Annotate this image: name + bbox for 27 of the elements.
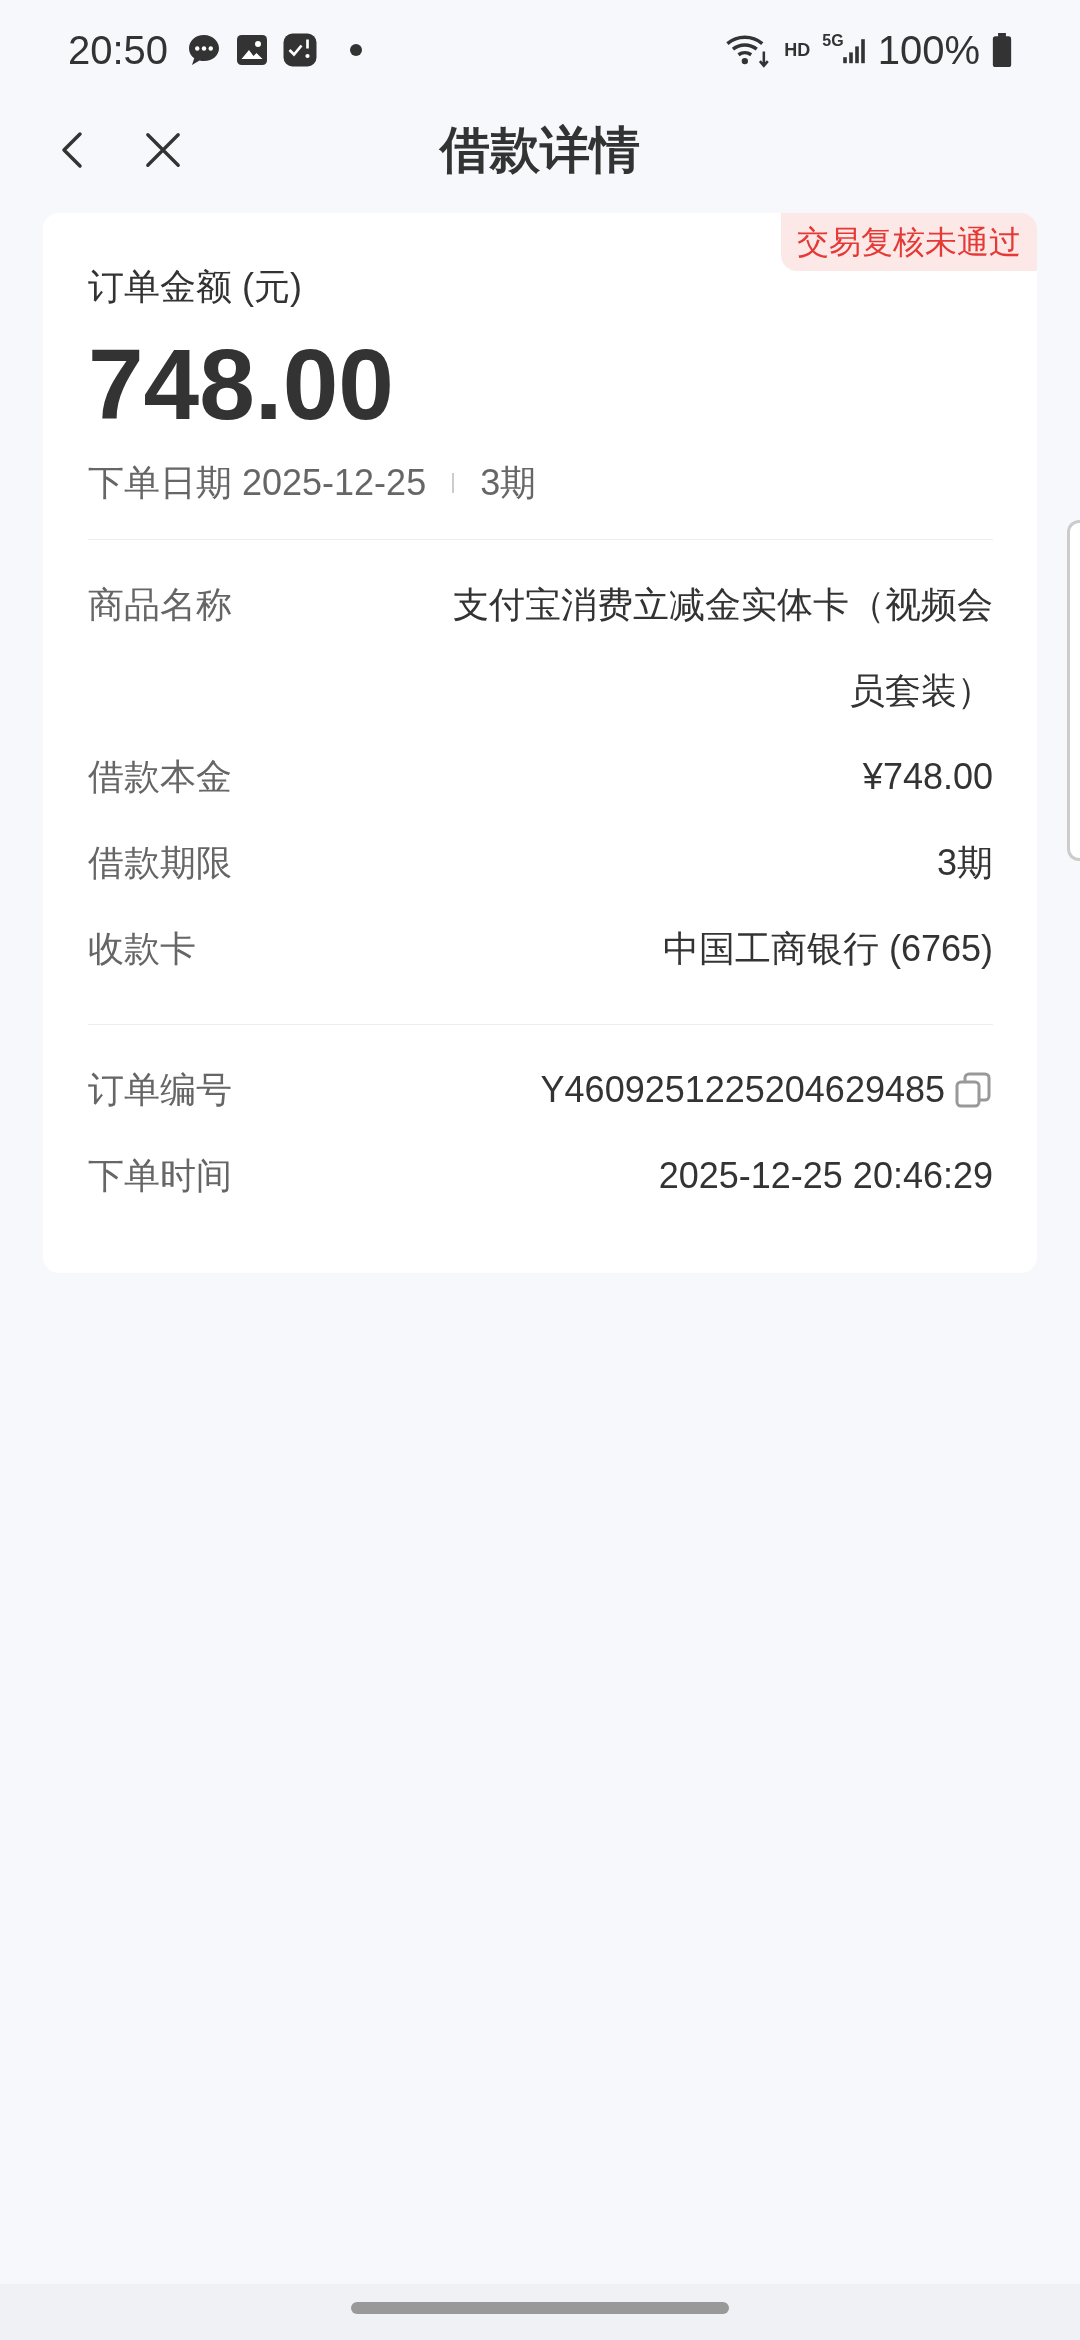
detail-label: 借款本金 [88,755,232,799]
detail-value: 2025-12-25 20:46:29 [658,1154,993,1198]
detail-label: 收款卡 [88,927,196,971]
order-amount: 748.00 [88,329,395,439]
detail-value: 支付宝消费立减金实体卡（视频会员套装） [452,583,993,713]
status-time: 20:50 [68,27,169,73]
check-icon [282,32,319,68]
detail-value: 3期 [936,841,993,885]
detail-value: 中国工商银行 (6765) [662,927,993,971]
detail-label: 下单时间 [88,1154,232,1198]
detail-label: 商品名称 [88,583,232,627]
detail-label: 借款期限 [88,841,232,885]
amount-label: 订单金额 (元) [88,265,303,309]
network-type: 5G [822,32,844,50]
detail-value: Y4609251225204629485 [540,1068,945,1112]
detail-label: 订单编号 [88,1068,232,1112]
detail-value: ¥748.00 [862,755,993,799]
edge-panel-handle[interactable] [1067,520,1080,861]
order-date: 下单日期 2025-12-25 [88,461,427,505]
page-title: 借款详情 [440,120,640,180]
copy-button[interactable] [953,1070,993,1110]
notification-dot-icon [350,44,363,56]
network-label: HD [784,39,811,61]
status-tag: 交易复核未通过 [781,213,1037,271]
battery-level: 100% [877,27,980,73]
battery-icon [992,33,1012,67]
loan-term: 3期 [480,461,537,505]
